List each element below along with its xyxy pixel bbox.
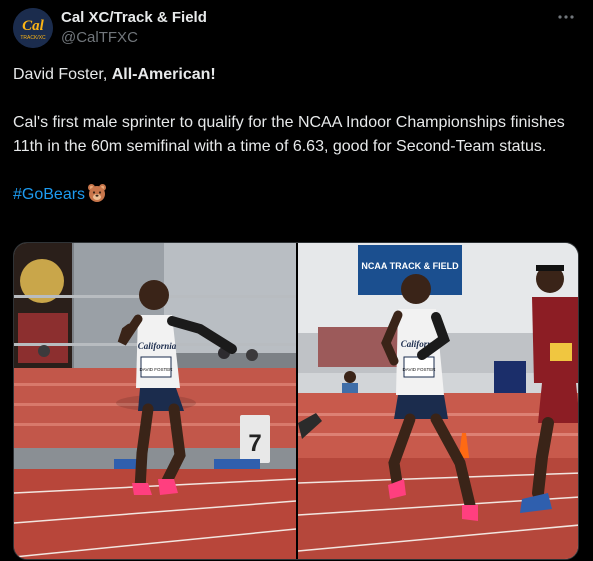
avatar-logo-subtext: TRACK/XC	[20, 35, 46, 41]
tweet-card: Cal TRACK/XC Cal XC/Track & Field @CalTF…	[0, 0, 593, 561]
sprinter-race-photo-icon: NCAA TRACK & FIELD California DAVID FOST…	[298, 243, 578, 559]
bib-text-right: DAVID FOSTER	[403, 367, 437, 372]
tweet-text: David Foster, All-American! Cal's first …	[13, 63, 573, 211]
tweet-hashtag-line: #GoBears	[13, 183, 573, 211]
jersey-text: California	[138, 341, 177, 351]
photo-left[interactable]: 7 California DAVID FOSTER	[14, 243, 296, 559]
more-dots-icon	[558, 15, 574, 19]
cal-logo-icon: Cal TRACK/XC	[13, 8, 53, 48]
bear-face-icon	[87, 183, 107, 211]
tweet-headline-prefix: David Foster,	[13, 66, 112, 83]
tweet-body: Cal's first male sprinter to qualify for…	[13, 114, 565, 155]
hashtag-link[interactable]: #GoBears	[13, 186, 85, 203]
more-options-button[interactable]	[555, 8, 577, 26]
tweet-headline: David Foster, All-American!	[13, 63, 573, 87]
tweet-headline-bold: All-American!	[111, 66, 216, 83]
account-display-name[interactable]: Cal XC/Track & Field	[61, 8, 207, 28]
lane-marker-number: 7	[248, 430, 261, 457]
bib-text: DAVID FOSTER	[140, 367, 174, 372]
sprinter-start-photo-icon: 7 California DAVID FOSTER	[14, 243, 296, 559]
media-gallery: 7 California DAVID FOSTER NCAA TRACK & F…	[13, 242, 579, 560]
photo-right[interactable]: NCAA TRACK & FIELD California DAVID FOST…	[298, 243, 578, 559]
account-avatar[interactable]: Cal TRACK/XC	[13, 8, 53, 48]
account-handle[interactable]: @CalTFXC	[61, 29, 138, 47]
banner-text: NCAA TRACK & FIELD	[361, 261, 459, 271]
avatar-logo-text: Cal	[22, 18, 45, 34]
